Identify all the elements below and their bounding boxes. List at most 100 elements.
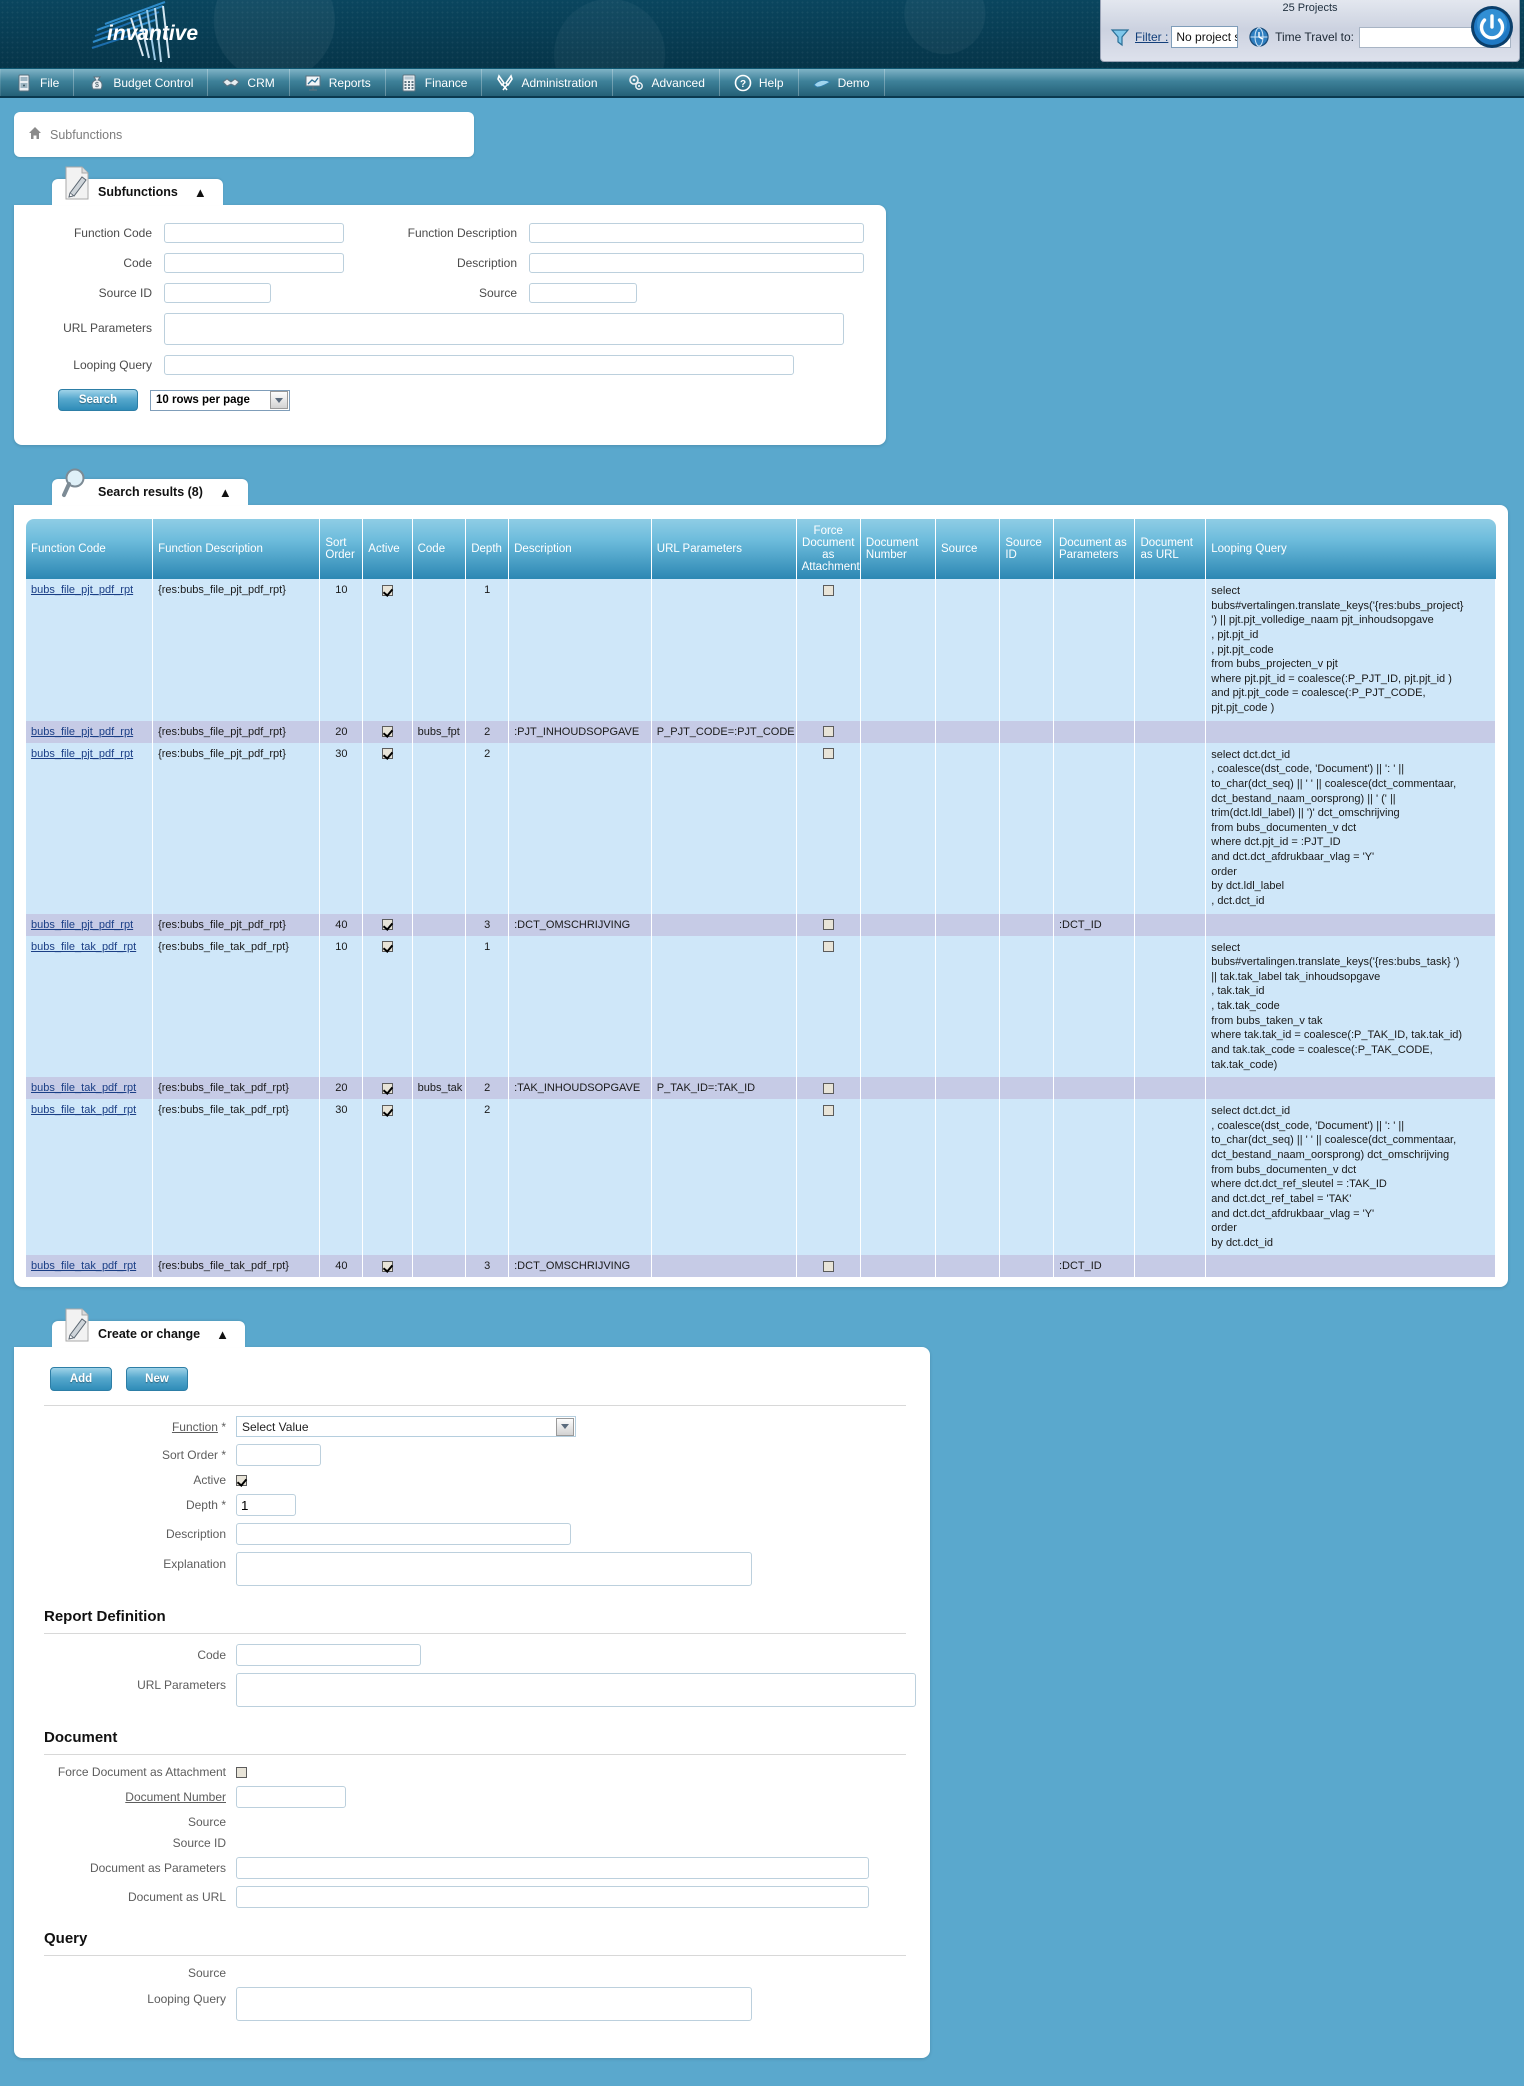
col-code[interactable]: Code <box>412 519 466 579</box>
force-attachment-checkbox[interactable] <box>823 1083 834 1094</box>
input-rd-code[interactable] <box>236 1644 421 1666</box>
chevron-up-icon[interactable]: ▲ <box>219 485 232 500</box>
active-checkbox[interactable] <box>382 941 393 952</box>
active-checkbox[interactable] <box>382 919 393 930</box>
col-depth[interactable]: Depth <box>466 519 509 579</box>
force-attachment-checkbox[interactable] <box>823 1261 834 1272</box>
active-checkbox[interactable] <box>382 748 393 759</box>
col-document-as-url[interactable]: Document as URL <box>1135 519 1206 579</box>
table-row[interactable]: bubs_file_tak_pdf_rpt{res:bubs_file_tak_… <box>26 1255 1496 1277</box>
new-button[interactable]: New <box>126 1367 188 1391</box>
function-code-link[interactable]: bubs_file_pjt_pdf_rpt <box>31 726 133 738</box>
col-description[interactable]: Description <box>509 519 652 579</box>
function-code-link[interactable]: bubs_file_tak_pdf_rpt <box>31 1104 136 1116</box>
input-depth[interactable] <box>236 1494 296 1516</box>
results-panel-tab[interactable]: Search results (8) ▲ <box>52 479 248 505</box>
menu-item-reports[interactable]: Reports <box>290 69 386 96</box>
input-source[interactable] <box>529 283 637 303</box>
menu-item-file[interactable]: File <box>0 69 74 96</box>
power-button[interactable] <box>1469 4 1515 50</box>
col-source[interactable]: Source <box>936 519 1000 579</box>
function-code-link[interactable]: bubs_file_tak_pdf_rpt <box>31 1260 136 1272</box>
active-checkbox[interactable] <box>382 1083 393 1094</box>
add-button[interactable]: Add <box>50 1367 112 1391</box>
cell-source-id <box>1000 936 1054 1078</box>
function-code-link[interactable]: bubs_file_tak_pdf_rpt <box>31 1082 136 1094</box>
input-sort-order[interactable] <box>236 1444 321 1466</box>
input-document-as-parameters[interactable] <box>236 1857 869 1879</box>
home-icon[interactable] <box>28 126 42 143</box>
menu-item-crm[interactable]: CRM <box>208 69 289 96</box>
table-row[interactable]: bubs_file_pjt_pdf_rpt{res:bubs_file_pjt_… <box>26 743 1496 914</box>
input-code[interactable] <box>164 253 344 273</box>
menu-item-help[interactable]: ? Help <box>720 69 799 96</box>
menu-item-budget-control[interactable]: $ Budget Control <box>74 69 208 96</box>
function-code-link[interactable]: bubs_file_tak_pdf_rpt <box>31 941 136 953</box>
table-row[interactable]: bubs_file_pjt_pdf_rpt{res:bubs_file_pjt_… <box>26 914 1496 936</box>
function-select[interactable]: Select Value <box>236 1416 576 1437</box>
input-document-number[interactable] <box>236 1786 346 1808</box>
active-checkbox[interactable] <box>382 1261 393 1272</box>
menu-item-advanced[interactable]: Advanced <box>613 69 720 96</box>
col-force-document-as-attachment[interactable]: Force Document as Attachment <box>796 519 860 579</box>
col-active[interactable]: Active <box>363 519 412 579</box>
label-query-looping-query: Looping Query <box>14 1987 236 2006</box>
function-code-link[interactable]: bubs_file_pjt_pdf_rpt <box>31 584 133 596</box>
search-panel-tab[interactable]: Subfunctions ▲ <box>52 179 223 205</box>
function-code-link[interactable]: bubs_file_pjt_pdf_rpt <box>31 748 133 760</box>
table-row[interactable]: bubs_file_pjt_pdf_rpt{res:bubs_file_pjt_… <box>26 579 1496 721</box>
menu-item-administration[interactable]: Administration <box>482 69 612 96</box>
force-attachment-checkbox[interactable] <box>823 585 834 596</box>
force-attachment-checkbox[interactable] <box>823 941 834 952</box>
col-sort-order[interactable]: Sort Order <box>320 519 363 579</box>
input-source-id[interactable] <box>164 283 271 303</box>
input-document-as-url[interactable] <box>236 1886 869 1908</box>
search-button[interactable]: Search <box>58 389 138 411</box>
active-checkbox[interactable] <box>382 585 393 596</box>
input-url-parameters[interactable] <box>164 313 844 345</box>
chevron-down-icon[interactable] <box>556 1418 574 1436</box>
col-document-as-parameters[interactable]: Document as Parameters <box>1053 519 1135 579</box>
input-description[interactable] <box>529 253 864 273</box>
active-checkbox[interactable] <box>236 1475 247 1486</box>
active-checkbox[interactable] <box>382 1105 393 1116</box>
force-document-as-attachment-checkbox[interactable] <box>236 1767 247 1778</box>
active-checkbox[interactable] <box>382 726 393 737</box>
filter-link[interactable]: Filter : <box>1135 30 1168 44</box>
force-attachment-checkbox[interactable] <box>823 748 834 759</box>
col-function-description[interactable]: Function Description <box>153 519 320 579</box>
col-looping-query[interactable]: Looping Query <box>1206 519 1496 579</box>
table-row[interactable]: bubs_file_tak_pdf_rpt{res:bubs_file_tak_… <box>26 1077 1496 1099</box>
input-description[interactable] <box>236 1523 571 1545</box>
input-function-description[interactable] <box>529 223 864 243</box>
col-document-number[interactable]: Document Number <box>860 519 935 579</box>
col-function-code[interactable]: Function Code <box>26 519 153 579</box>
cell-depth: 2 <box>466 1077 509 1099</box>
col-url-parameters[interactable]: URL Parameters <box>651 519 796 579</box>
table-row[interactable]: bubs_file_tak_pdf_rpt{res:bubs_file_tak_… <box>26 1099 1496 1255</box>
chevron-down-icon[interactable] <box>270 391 288 409</box>
input-query-looping-query[interactable] <box>236 1987 752 2021</box>
rows-per-page-select[interactable]: 10 rows per page <box>150 390 290 411</box>
table-row[interactable]: bubs_file_pjt_pdf_rpt{res:bubs_file_pjt_… <box>26 721 1496 743</box>
menu-item-finance[interactable]: Finance <box>386 69 483 96</box>
function-code-link[interactable]: bubs_file_pjt_pdf_rpt <box>31 919 133 931</box>
cell-source-id <box>1000 1077 1054 1099</box>
section-report-definition: Report Definition <box>44 1608 930 1625</box>
force-attachment-checkbox[interactable] <box>823 919 834 930</box>
col-source-id[interactable]: Source ID <box>1000 519 1054 579</box>
input-rd-url-parameters[interactable] <box>236 1673 916 1707</box>
chevron-up-icon[interactable]: ▲ <box>194 185 207 200</box>
project-filter-select[interactable]: No project specific filter <box>1171 26 1238 48</box>
force-attachment-checkbox[interactable] <box>823 726 834 737</box>
chevron-up-icon[interactable]: ▲ <box>216 1327 229 1342</box>
menu-item-demo[interactable]: Demo <box>799 69 885 96</box>
input-explanation[interactable] <box>236 1552 752 1586</box>
divider <box>44 1633 906 1634</box>
create-panel-tab[interactable]: Create or change ▲ <box>52 1321 245 1347</box>
input-looping-query[interactable] <box>164 355 794 375</box>
input-function-code[interactable] <box>164 223 344 243</box>
table-row[interactable]: bubs_file_tak_pdf_rpt{res:bubs_file_tak_… <box>26 936 1496 1078</box>
gears-icon <box>627 74 645 92</box>
force-attachment-checkbox[interactable] <box>823 1105 834 1116</box>
